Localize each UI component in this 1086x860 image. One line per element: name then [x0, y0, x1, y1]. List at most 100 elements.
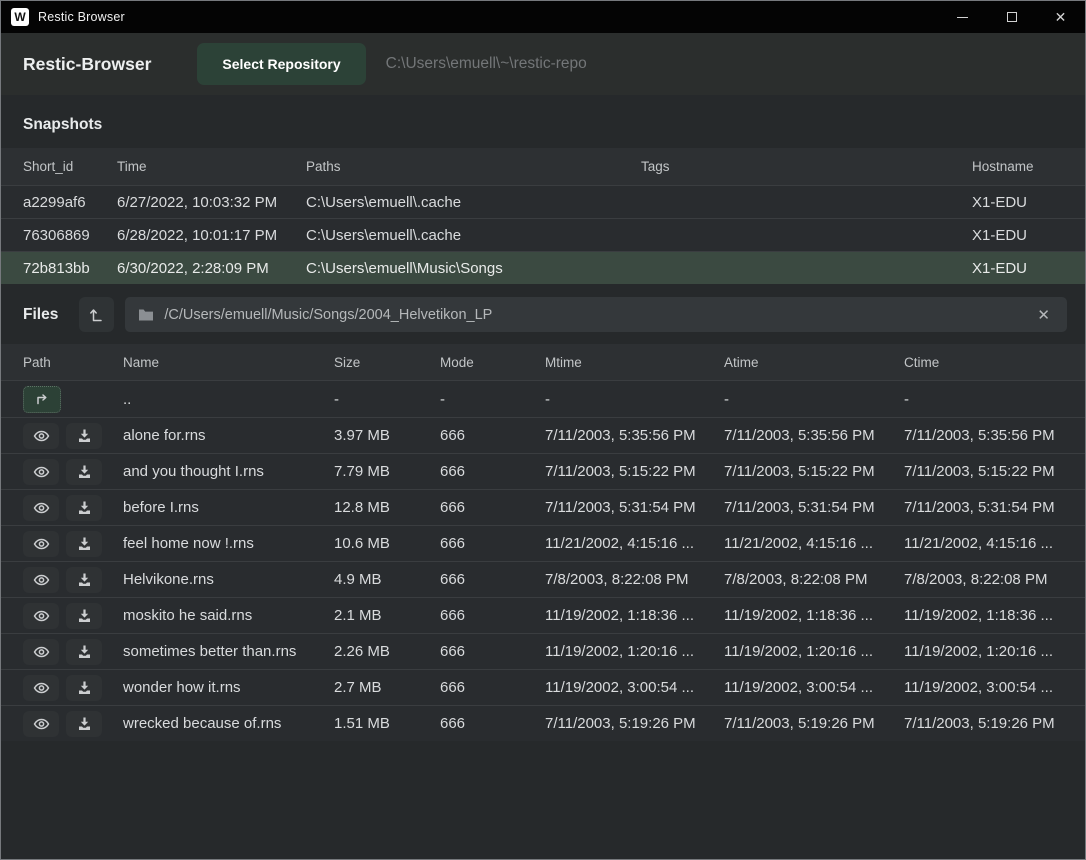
- window-controls: ✕: [938, 1, 1085, 33]
- files-bar: Files /C/Users/emuell/Music/Songs/2004_H…: [1, 286, 1085, 343]
- eye-icon: [33, 681, 50, 695]
- snapshots-section-title: Snapshots: [1, 95, 1085, 148]
- download-file-button[interactable]: [66, 423, 102, 449]
- download-icon: [77, 428, 92, 443]
- file-atime: 11/21/2002, 4:15:16 ...: [724, 535, 904, 552]
- preview-file-button[interactable]: [23, 675, 59, 701]
- file-size: 7.79 MB: [334, 463, 440, 480]
- file-size: 3.97 MB: [334, 427, 440, 444]
- preview-file-button[interactable]: [23, 531, 59, 557]
- file-size: 12.8 MB: [334, 499, 440, 516]
- eye-icon: [33, 717, 50, 731]
- close-button[interactable]: ✕: [1036, 1, 1085, 33]
- file-row: sometimes better than.rns 2.26 MB 666 11…: [1, 633, 1085, 669]
- file-mtime: 7/11/2003, 5:19:26 PM: [545, 715, 724, 732]
- file-size: 4.9 MB: [334, 571, 440, 588]
- file-atime: 7/11/2003, 5:31:54 PM: [724, 499, 904, 516]
- files-table-header: Path Name Size Mode Mtime Atime Ctime: [1, 344, 1085, 380]
- col-time: Time: [117, 159, 306, 174]
- file-name: before I.rns: [123, 499, 334, 516]
- app-header: Restic-Browser Select Repository C:\User…: [1, 33, 1085, 95]
- breadcrumb-path: /C/Users/emuell/Music/Songs/2004_Helveti…: [164, 307, 492, 323]
- titlebar: W Restic Browser ✕: [1, 1, 1085, 33]
- file-mode: 666: [440, 535, 545, 552]
- file-name: Helvikone.rns: [123, 571, 334, 588]
- file-ctime: 11/19/2002, 1:18:36 ...: [904, 607, 1085, 624]
- close-icon: ✕: [1055, 9, 1067, 26]
- snapshots-table-header: Short_id Time Paths Tags Hostname: [1, 148, 1085, 185]
- clear-icon: ✕: [1037, 307, 1050, 324]
- col-hostname: Hostname: [972, 159, 1085, 174]
- snapshot-hostname: X1-EDU: [972, 227, 1085, 244]
- col-ctime: Ctime: [904, 355, 1085, 370]
- eye-icon: [33, 501, 50, 515]
- file-mode: 666: [440, 643, 545, 660]
- file-atime: 7/11/2003, 5:15:22 PM: [724, 463, 904, 480]
- window-title: Restic Browser: [38, 10, 125, 24]
- snapshot-hostname: X1-EDU: [972, 194, 1085, 211]
- repository-path: C:\Users\emuell\~\restic-repo: [386, 55, 587, 73]
- file-ctime: 7/11/2003, 5:19:26 PM: [904, 715, 1085, 732]
- eye-icon: [33, 537, 50, 551]
- file-name: and you thought I.rns: [123, 463, 334, 480]
- file-mode: 666: [440, 427, 545, 444]
- go-up-directory-button[interactable]: [23, 386, 61, 413]
- download-file-button[interactable]: [66, 603, 102, 629]
- files-table: Path Name Size Mode Mtime Atime Ctime ..…: [1, 343, 1085, 741]
- snapshot-short-id: 76306869: [23, 227, 117, 244]
- preview-file-button[interactable]: [23, 423, 59, 449]
- file-row: wonder how it.rns 2.7 MB 666 11/19/2002,…: [1, 669, 1085, 705]
- download-file-button[interactable]: [66, 711, 102, 737]
- go-to-root-button[interactable]: [79, 297, 114, 332]
- file-mtime: 7/11/2003, 5:15:22 PM: [545, 463, 724, 480]
- file-atime: 11/19/2002, 3:00:54 ...: [724, 679, 904, 696]
- file-mtime: 11/19/2002, 1:18:36 ...: [545, 607, 724, 624]
- breadcrumb[interactable]: /C/Users/emuell/Music/Songs/2004_Helveti…: [125, 297, 1067, 332]
- eye-icon: [33, 465, 50, 479]
- file-mtime: 11/21/2002, 4:15:16 ...: [545, 535, 724, 552]
- download-file-button[interactable]: [66, 495, 102, 521]
- maximize-icon: [1007, 12, 1017, 22]
- download-file-button[interactable]: [66, 675, 102, 701]
- download-file-button[interactable]: [66, 567, 102, 593]
- preview-file-button[interactable]: [23, 603, 59, 629]
- file-name: wonder how it.rns: [123, 679, 334, 696]
- maximize-button[interactable]: [987, 1, 1036, 33]
- download-icon: [77, 464, 92, 479]
- file-mode: 666: [440, 715, 545, 732]
- file-size: 2.1 MB: [334, 607, 440, 624]
- preview-file-button[interactable]: [23, 567, 59, 593]
- minimize-button[interactable]: [938, 1, 987, 33]
- file-name: alone for.rns: [123, 427, 334, 444]
- file-mtime: 11/19/2002, 1:20:16 ...: [545, 643, 724, 660]
- file-atime: 11/19/2002, 1:20:16 ...: [724, 643, 904, 660]
- download-file-button[interactable]: [66, 639, 102, 665]
- preview-file-button[interactable]: [23, 711, 59, 737]
- eye-icon: [33, 429, 50, 443]
- file-name: sometimes better than.rns: [123, 643, 334, 660]
- preview-file-button[interactable]: [23, 639, 59, 665]
- file-name: ..: [123, 391, 334, 408]
- file-size: -: [334, 391, 440, 408]
- preview-file-button[interactable]: [23, 495, 59, 521]
- snapshot-row-selected[interactable]: 72b813bb 6/30/2022, 2:28:09 PM C:\Users\…: [1, 251, 1085, 284]
- file-row: feel home now !.rns 10.6 MB 666 11/21/20…: [1, 525, 1085, 561]
- file-atime: -: [724, 391, 904, 408]
- file-row: wrecked because of.rns 1.51 MB 666 7/11/…: [1, 705, 1085, 741]
- clear-path-button[interactable]: ✕: [1033, 304, 1054, 326]
- select-repository-button[interactable]: Select Repository: [197, 43, 365, 85]
- file-mode: 666: [440, 607, 545, 624]
- snapshot-row[interactable]: a2299af6 6/27/2022, 10:03:32 PM C:\Users…: [1, 185, 1085, 218]
- col-path: Path: [23, 355, 123, 370]
- file-mtime: 7/11/2003, 5:35:56 PM: [545, 427, 724, 444]
- file-name: wrecked because of.rns: [123, 715, 334, 732]
- wails-app-icon: W: [11, 8, 29, 26]
- snapshot-time: 6/30/2022, 2:28:09 PM: [117, 260, 306, 277]
- file-row: Helvikone.rns 4.9 MB 666 7/8/2003, 8:22:…: [1, 561, 1085, 597]
- page-title: Restic-Browser: [23, 54, 151, 75]
- download-file-button[interactable]: [66, 459, 102, 485]
- download-file-button[interactable]: [66, 531, 102, 557]
- preview-file-button[interactable]: [23, 459, 59, 485]
- snapshot-row[interactable]: 76306869 6/28/2022, 10:01:17 PM C:\Users…: [1, 218, 1085, 251]
- file-ctime: 7/11/2003, 5:35:56 PM: [904, 427, 1085, 444]
